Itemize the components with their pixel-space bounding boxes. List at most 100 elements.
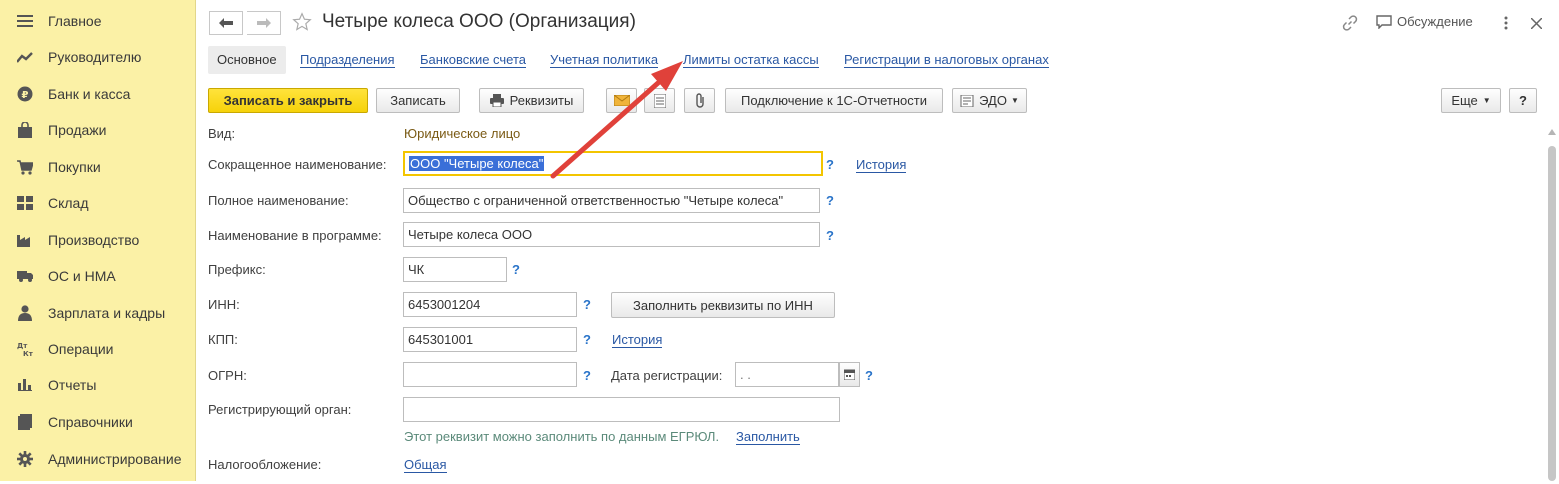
close-icon[interactable] [1530, 17, 1543, 32]
main-panel: Четыре колеса ООО (Организация) Обсужден… [196, 0, 1559, 481]
sidebar-item-label: Операции [48, 341, 114, 357]
reg-date-input[interactable]: . . [735, 362, 839, 387]
ogrn-help[interactable]: ? [583, 368, 591, 383]
sidebar-item-admin[interactable]: Администрирование [0, 441, 195, 477]
kpp-label: КПП: [208, 332, 238, 347]
sidebar-item-sales[interactable]: Продажи [0, 112, 195, 148]
warehouse-icon [17, 195, 33, 211]
prefix-label: Префикс: [208, 262, 266, 277]
chevron-down-icon: ▼ [1482, 96, 1491, 105]
tab-bank-accounts[interactable]: Банковские счета [420, 46, 527, 74]
back-button[interactable] [209, 11, 243, 35]
vertical-scrollbar[interactable] [1547, 128, 1557, 481]
sidebar-item-purchases[interactable]: Покупки [0, 149, 195, 185]
sidebar-item-label: Продажи [48, 122, 107, 138]
help-button[interactable]: ? [1509, 88, 1537, 113]
arrow-left-icon [219, 18, 233, 28]
ogrn-label: ОГРН: [208, 368, 247, 383]
save-button[interactable]: Записать [376, 88, 460, 113]
save-and-close-button[interactable]: Записать и закрыть [208, 88, 368, 113]
kpp-input[interactable]: 645301001 [403, 327, 577, 352]
sidebar-item-manager[interactable]: Руководителю [0, 39, 195, 75]
sidebar-item-warehouse[interactable]: Склад [0, 185, 195, 221]
sidebar-item-operations[interactable]: Дт Кт Операции [0, 331, 195, 367]
taxation-label: Налогообложение: [208, 457, 322, 472]
prefix-input[interactable]: ЧК [403, 257, 507, 282]
tab-label: Подразделения [300, 52, 395, 68]
sidebar-item-salary[interactable]: Зарплата и кадры [0, 295, 195, 331]
sidebar-item-assets[interactable]: ОС и НМА [0, 258, 195, 294]
document-button[interactable] [644, 88, 675, 113]
short-name-help[interactable]: ? [826, 157, 834, 172]
short-name-input[interactable]: ООО "Четыре колеса" [403, 151, 823, 176]
kpp-history-link[interactable]: История [612, 333, 663, 348]
svg-text:Кт: Кт [23, 350, 33, 357]
sidebar-item-bank[interactable]: ₽ Банк и касса [0, 76, 195, 112]
short-name-history-link[interactable]: История [856, 158, 907, 173]
reg-date-help[interactable]: ? [865, 368, 873, 383]
discussion-button[interactable]: Обсуждение [1376, 14, 1473, 29]
prefix-help[interactable]: ? [512, 262, 520, 277]
sidebar-item-label: Зарплата и кадры [48, 305, 166, 321]
sidebar-item-label: Отчеты [48, 377, 97, 393]
kpp-help[interactable]: ? [583, 332, 591, 347]
tab-accounting-policy[interactable]: Учетная политика [550, 46, 659, 74]
paperclip-icon [695, 93, 704, 108]
link-icon[interactable] [1342, 15, 1358, 34]
sidebar-item-main[interactable]: Главное [0, 3, 195, 39]
forward-button[interactable] [247, 11, 281, 35]
ogrn-input[interactable] [403, 362, 577, 387]
sidebar-item-directories[interactable]: Справочники [0, 404, 195, 440]
more-button[interactable]: Еще ▼ [1441, 88, 1501, 113]
tab-label: Банковские счета [420, 52, 527, 68]
fill-from-egrul-link[interactable]: Заполнить [736, 430, 800, 445]
trend-icon [17, 49, 33, 65]
requisites-button[interactable]: Реквизиты [479, 88, 584, 113]
sidebar-item-reports[interactable]: Отчеты [0, 367, 195, 403]
inn-help[interactable]: ? [583, 297, 591, 312]
program-name-input[interactable]: Четыре колеса ООО [403, 222, 820, 247]
sidebar: Главное Руководителю ₽ Банк и касса Прод… [0, 0, 196, 481]
short-name-value: ООО "Четыре колеса" [409, 156, 545, 171]
more-label: Еще [1451, 93, 1478, 108]
sidebar-item-label: Производство [48, 232, 140, 248]
kind-label: Вид: [208, 126, 236, 141]
document-icon [653, 93, 666, 108]
sidebar-item-production[interactable]: Производство [0, 222, 195, 258]
tab-main[interactable]: Основное [208, 46, 286, 74]
tab-tax-registrations[interactable]: Регистрации в налоговых органах [844, 46, 1049, 74]
dt-kt-icon: Дт Кт [17, 341, 33, 357]
page-title: Четыре колеса ООО (Организация) [322, 11, 636, 32]
edo-button[interactable]: ЭДО ▼ [952, 88, 1027, 113]
book-icon [17, 414, 33, 430]
gear-icon [17, 451, 33, 467]
envelope-icon [613, 95, 630, 106]
taxation-link[interactable]: Общая [404, 458, 447, 473]
program-name-help[interactable]: ? [826, 228, 834, 243]
cart-icon [17, 159, 33, 175]
fill-by-inn-button[interactable]: Заполнить реквизиты по ИНН [611, 292, 835, 318]
attach-button[interactable] [684, 88, 715, 113]
reg-organ-label: Регистрирующий орган: [208, 402, 352, 417]
tab-label: Учетная политика [550, 52, 659, 68]
email-button[interactable] [606, 88, 637, 113]
edo-label: ЭДО [979, 93, 1007, 108]
sidebar-item-label: Покупки [48, 159, 101, 175]
more-vert-icon[interactable] [1504, 16, 1508, 33]
factory-icon [17, 232, 33, 248]
reg-organ-input[interactable] [403, 397, 840, 422]
tab-cash-limits[interactable]: Лимиты остатка кассы [683, 46, 819, 74]
star-icon[interactable] [292, 12, 312, 35]
connect-1c-reporting-button[interactable]: Подключение к 1С-Отчетности [725, 88, 943, 113]
full-name-help[interactable]: ? [826, 193, 834, 208]
sidebar-item-label: Склад [48, 195, 89, 211]
menu-icon [17, 13, 33, 29]
inn-input[interactable]: 6453001204 [403, 292, 577, 317]
calendar-button[interactable] [839, 362, 860, 387]
tab-departments[interactable]: Подразделения [300, 46, 395, 74]
full-name-input[interactable]: Общество с ограниченной ответственностью… [403, 188, 820, 213]
reg-date-label: Дата регистрации: [611, 368, 723, 383]
program-name-label: Наименование в программе: [208, 228, 382, 243]
ruble-coin-icon: ₽ [17, 86, 33, 102]
shopping-bag-icon [17, 122, 33, 138]
